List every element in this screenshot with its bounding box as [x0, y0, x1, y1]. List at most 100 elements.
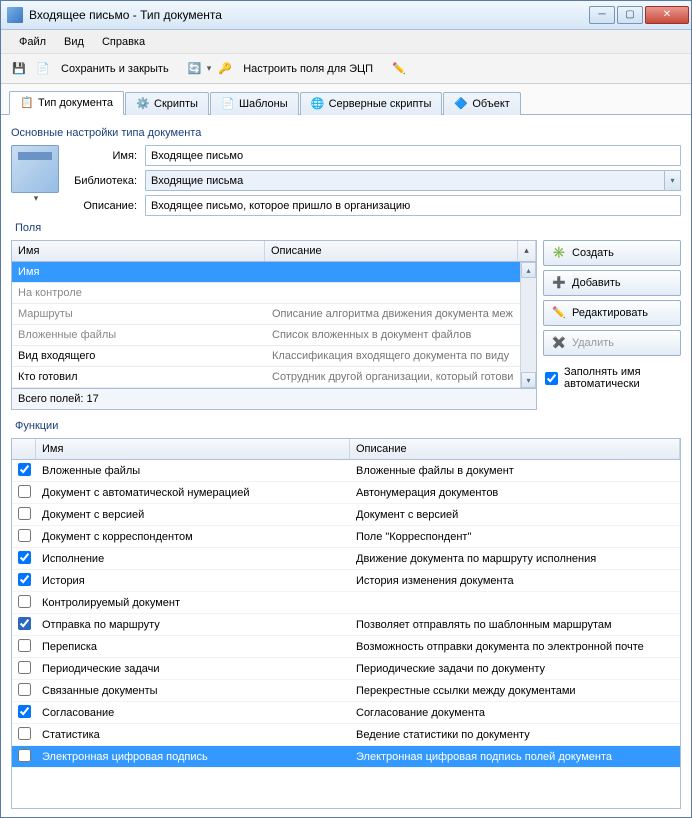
function-row-name: Вложенные файлы	[36, 465, 350, 477]
toolbar: 💾 📄 Сохранить и закрыть 🔄▾ 🔑 Настроить п…	[1, 54, 691, 84]
function-row[interactable]: СогласованиеСогласование документа	[12, 702, 680, 724]
fields-row[interactable]: Кто готовилСотрудник другой организации,…	[12, 367, 520, 388]
function-row[interactable]: Связанные документыПерекрестные ссылки м…	[12, 680, 680, 702]
delete-icon: ✖️	[552, 336, 566, 350]
edit-icon[interactable]: ✏️	[389, 59, 409, 79]
icon-dropdown[interactable]: ▾	[34, 193, 39, 204]
function-row-name: Периодические задачи	[36, 663, 350, 675]
tab-templates-label: Шаблоны	[239, 98, 288, 110]
edit-button[interactable]: ✏️ Редактировать	[543, 300, 681, 326]
function-row[interactable]: Контролируемый документ	[12, 592, 680, 614]
function-row[interactable]: ПерепискаВозможность отправки документа …	[12, 636, 680, 658]
refresh-icon[interactable]: 🔄	[185, 59, 205, 79]
function-row-name: Связанные документы	[36, 685, 350, 697]
tab-document-type[interactable]: 📋 Тип документа	[9, 91, 124, 115]
function-checkbox[interactable]	[18, 683, 31, 696]
function-row-name: Контролируемый документ	[36, 597, 350, 609]
function-checkbox[interactable]	[18, 485, 31, 498]
close-button[interactable]: ✕	[645, 6, 689, 24]
function-checkbox[interactable]	[18, 507, 31, 520]
fields-col-name[interactable]: Имя	[12, 241, 265, 261]
function-row-name: История	[36, 575, 350, 587]
functions-col-desc[interactable]: Описание	[350, 439, 680, 459]
save-icon[interactable]: 💾	[9, 59, 29, 79]
function-row[interactable]: Электронная цифровая подписьЭлектронная …	[12, 746, 680, 768]
configure-ecp-button[interactable]: Настроить поля для ЭЦП	[239, 63, 377, 75]
function-row-name: Документ с автоматической нумерацией	[36, 487, 350, 499]
minimize-button[interactable]: ─	[589, 6, 615, 24]
function-checkbox[interactable]	[18, 551, 31, 564]
templates-icon: 📄	[221, 97, 235, 111]
function-row[interactable]: ИсторияИстория изменения документа	[12, 570, 680, 592]
autofill-checkbox[interactable]	[545, 372, 558, 385]
function-row-desc: История изменения документа	[350, 575, 680, 587]
function-row[interactable]: СтатистикаВедение статистики по документ…	[12, 724, 680, 746]
save-all-icon[interactable]: 📄	[33, 59, 53, 79]
function-row-desc: Автонумерация документов	[350, 487, 680, 499]
function-row[interactable]: Вложенные файлыВложенные файлы в докумен…	[12, 460, 680, 482]
menu-file[interactable]: Файл	[11, 34, 54, 50]
add-button[interactable]: ➕ Добавить	[543, 270, 681, 296]
function-row[interactable]: Периодические задачиПериодические задачи…	[12, 658, 680, 680]
function-row[interactable]: Документ с автоматической нумерациейАвто…	[12, 482, 680, 504]
delete-button-label: Удалить	[572, 337, 614, 349]
function-checkbox[interactable]	[18, 705, 31, 718]
function-row-name: Статистика	[36, 729, 350, 741]
fields-row[interactable]: Имя	[12, 262, 520, 283]
menu-view[interactable]: Вид	[56, 34, 92, 50]
tab-scripts[interactable]: ⚙️ Скрипты	[125, 92, 209, 115]
autofill-option[interactable]: Заполнять имя автоматически	[543, 360, 681, 396]
tab-server-scripts-label: Серверные скрипты	[329, 98, 432, 110]
settings-heading: Основные настройки типа документа	[11, 123, 681, 145]
fields-sort-handle[interactable]: ▴	[518, 241, 536, 261]
scroll-up-icon[interactable]: ▴	[521, 262, 536, 278]
function-checkbox[interactable]	[18, 529, 31, 542]
create-button[interactable]: ✳️ Создать	[543, 240, 681, 266]
scroll-down-icon[interactable]: ▾	[521, 372, 536, 388]
tab-templates[interactable]: 📄 Шаблоны	[210, 92, 299, 115]
fields-row[interactable]: Вид входящегоКлассификация входящего док…	[12, 346, 520, 367]
function-row[interactable]: Отправка по маршрутуПозволяет отправлять…	[12, 614, 680, 636]
function-checkbox[interactable]	[18, 595, 31, 608]
save-close-button[interactable]: Сохранить и закрыть	[57, 63, 173, 75]
function-checkbox[interactable]	[18, 749, 31, 762]
menu-help[interactable]: Справка	[94, 34, 153, 50]
window-title: Входящее письмо - Тип документа	[29, 8, 587, 22]
key-icon[interactable]: 🔑	[215, 59, 235, 79]
tab-object[interactable]: 🔷 Объект	[443, 92, 520, 115]
fields-scrollbar[interactable]: ▴ ▾	[520, 262, 536, 388]
function-row-name: Документ с корреспондентом	[36, 531, 350, 543]
functions-col-check[interactable]	[12, 439, 36, 459]
function-row[interactable]: Документ с версиейДокумент с версией	[12, 504, 680, 526]
function-checkbox[interactable]	[18, 661, 31, 674]
fields-col-desc[interactable]: Описание	[265, 241, 518, 261]
function-checkbox[interactable]	[18, 727, 31, 740]
library-dropdown-button[interactable]: ▾	[665, 170, 681, 191]
functions-section-label: Функции	[11, 410, 681, 438]
tab-server-scripts[interactable]: 🌐 Серверные скрипты	[300, 92, 443, 115]
delete-button[interactable]: ✖️ Удалить	[543, 330, 681, 356]
object-icon: 🔷	[454, 97, 468, 111]
function-checkbox[interactable]	[18, 573, 31, 586]
function-checkbox[interactable]	[18, 617, 31, 630]
library-input[interactable]	[145, 170, 665, 191]
fields-row[interactable]: МаршрутыОписание алгоритма движения доку…	[12, 304, 520, 325]
fields-row[interactable]: На контроле	[12, 283, 520, 304]
function-checkbox[interactable]	[18, 639, 31, 652]
fields-row[interactable]: Вложенные файлыСписок вложенных в докуме…	[12, 325, 520, 346]
description-input[interactable]	[145, 195, 681, 216]
function-row[interactable]: Документ с корреспондентомПоле "Корреспо…	[12, 526, 680, 548]
function-checkbox[interactable]	[18, 463, 31, 476]
fields-row-desc: Список вложенных в документ файлов	[266, 325, 520, 345]
scroll-track[interactable]	[521, 278, 536, 372]
functions-col-name[interactable]: Имя	[36, 439, 350, 459]
function-row-name: Документ с версией	[36, 509, 350, 521]
doc-type-large-icon	[11, 145, 59, 193]
function-row-desc: Ведение статистики по документу	[350, 729, 680, 741]
function-row[interactable]: ИсполнениеДвижение документа по маршруту…	[12, 548, 680, 570]
maximize-button[interactable]: ▢	[617, 6, 643, 24]
name-input[interactable]	[145, 145, 681, 166]
edit-btn-icon: ✏️	[552, 306, 566, 320]
function-row-desc: Поле "Корреспондент"	[350, 531, 680, 543]
refresh-dropdown-icon[interactable]: ▾	[207, 63, 212, 74]
